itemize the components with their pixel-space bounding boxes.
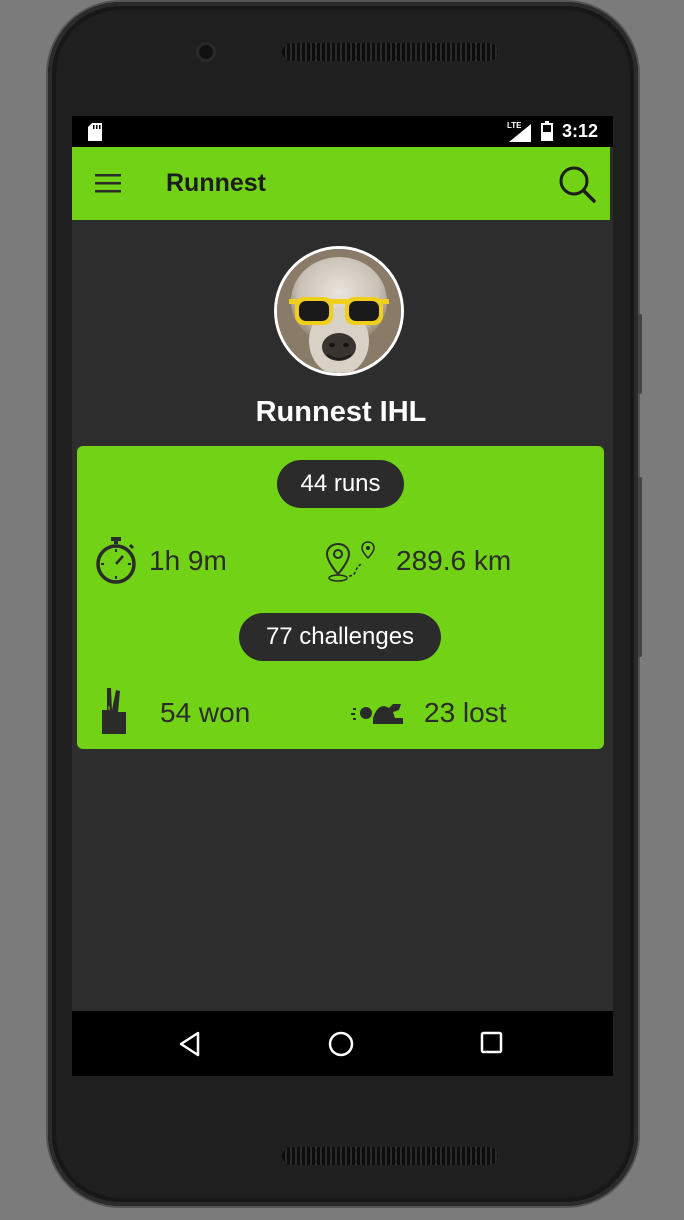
stopwatch-icon [96,537,136,584]
app-title: Runnest [166,169,266,197]
power-button [638,314,642,394]
status-clock: 3:12 [562,121,599,141]
volume-button [638,477,642,657]
search-icon[interactable] [558,165,596,203]
alpaca-avatar-image [277,249,401,373]
sd-card-icon [88,123,102,141]
profile-name: Runnest IHL [255,396,427,428]
system-nav-bar [72,1011,613,1076]
app-bar: Runnest [72,147,610,220]
challenges-won-value: 54 won [160,697,251,728]
stats-card: 44 runs 1h 9m 289.6 km 77 challenges 54 … [77,446,604,749]
top-speaker [282,43,498,61]
route-distance-icon [325,541,375,582]
signal-icon [509,124,531,142]
total-distance-value: 289.6 km [396,545,512,576]
victory-hand-icon [102,688,126,734]
defeated-figure-icon [351,704,403,724]
total-duration-value: 1h 9m [149,545,227,576]
battery-icon [541,121,553,141]
challenges-count-pill[interactable]: 77 challenges [239,613,441,661]
profile-avatar[interactable] [274,246,404,376]
screen: LTE 3:12 Runnest Runnest IHL 44 runs 1h … [72,116,613,1076]
runs-count-pill[interactable]: 44 runs [277,460,404,508]
status-bar: LTE 3:12 [72,116,613,147]
recents-square-icon[interactable] [480,1031,504,1055]
hamburger-menu-icon[interactable] [94,171,122,195]
back-triangle-icon[interactable] [178,1031,202,1057]
bottom-speaker [282,1147,498,1165]
home-circle-icon[interactable] [327,1030,355,1058]
front-camera [196,42,216,62]
challenges-lost-value: 23 lost [424,697,507,728]
